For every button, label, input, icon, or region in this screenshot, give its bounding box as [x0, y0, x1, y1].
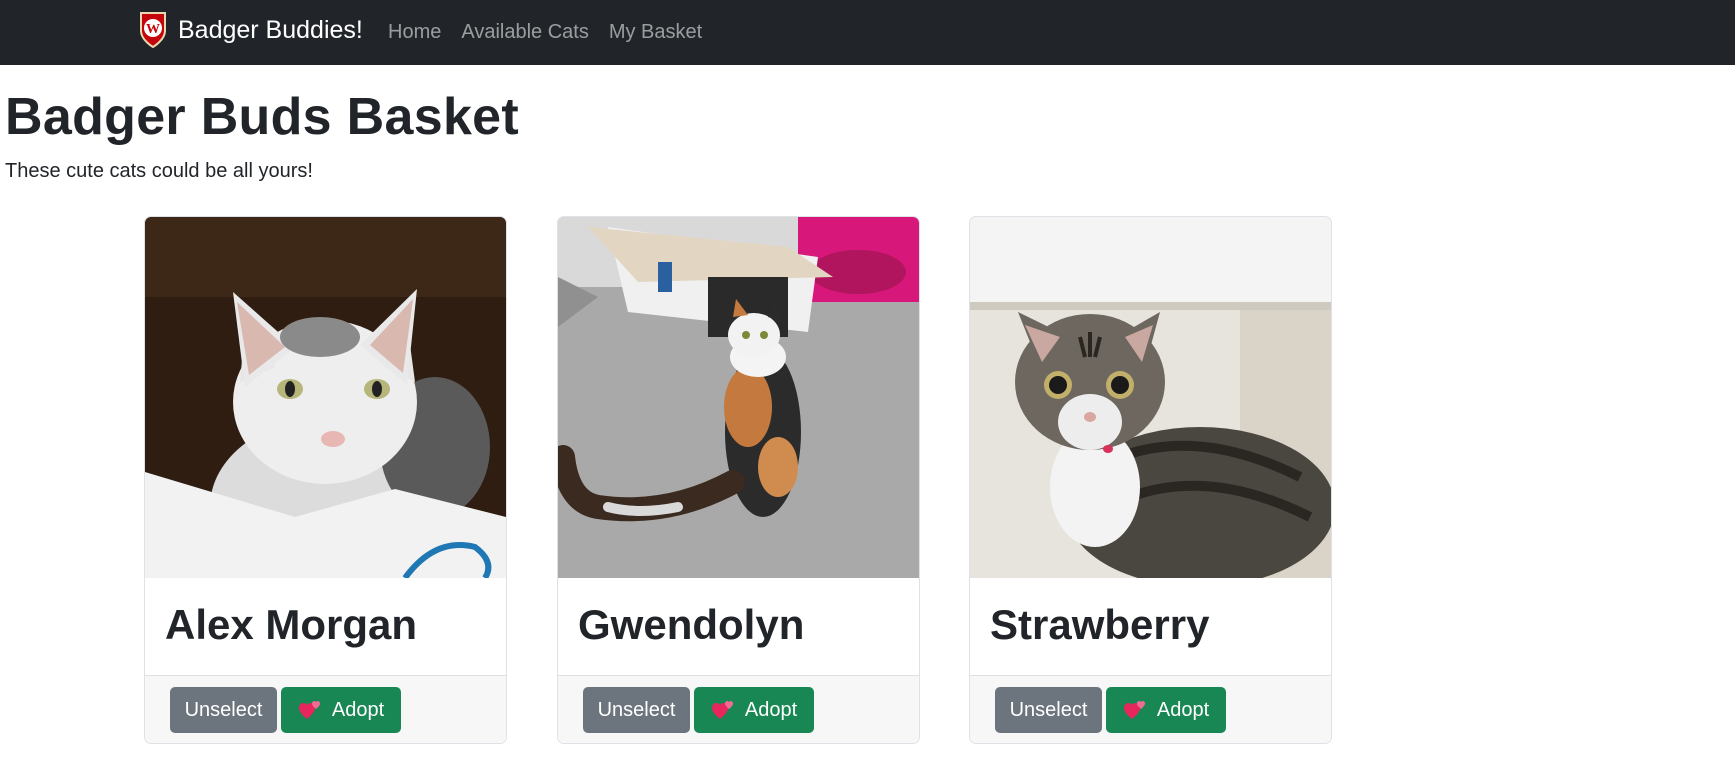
- page-title: Badger Buds Basket: [5, 88, 519, 146]
- cat-name: Alex Morgan: [165, 601, 418, 648]
- adopt-button[interactable]: Adopt: [281, 687, 401, 733]
- nav-link-available-cats[interactable]: Available Cats: [461, 21, 588, 44]
- brand-name: Badger Buddies!: [178, 16, 363, 44]
- cat-card: Alex Morgan Unselect Adopt: [144, 216, 507, 744]
- card-footer: Unselect Adopt: [558, 675, 919, 743]
- card-footer: Unselect Adopt: [145, 675, 506, 743]
- card-footer: Unselect Adopt: [970, 675, 1331, 743]
- adopt-label: Adopt: [744, 698, 798, 721]
- brand[interactable]: W Badger Buddies!: [138, 11, 363, 49]
- cat-card: Strawberry Unselect Adopt: [969, 216, 1332, 744]
- navbar: W Badger Buddies! Home Available Cats My…: [0, 0, 1735, 65]
- two-hearts-icon: [1123, 701, 1145, 719]
- cat-photo: [145, 217, 506, 578]
- svg-text:W: W: [146, 22, 160, 37]
- nav-links: Home Available Cats My Basket: [388, 0, 722, 65]
- two-hearts-icon: [298, 701, 320, 719]
- cat-photo: [558, 217, 919, 578]
- cat-name: Strawberry: [990, 601, 1210, 648]
- adopt-button[interactable]: Adopt: [1106, 687, 1226, 733]
- unselect-button[interactable]: Unselect: [995, 687, 1102, 733]
- cat-name: Gwendolyn: [578, 601, 805, 648]
- page-subtitle: These cute cats could be all yours!: [5, 160, 313, 182]
- cat-card: Gwendolyn Unselect Adopt: [557, 216, 920, 744]
- uw-crest-logo: W: [140, 12, 166, 49]
- two-hearts-icon: [711, 701, 733, 719]
- unselect-button[interactable]: Unselect: [583, 687, 690, 733]
- nav-link-my-basket[interactable]: My Basket: [609, 21, 702, 44]
- adopt-label: Adopt: [331, 698, 385, 721]
- unselect-button[interactable]: Unselect: [170, 687, 277, 733]
- cat-photo: [970, 217, 1331, 578]
- adopt-button[interactable]: Adopt: [694, 687, 814, 733]
- adopt-label: Adopt: [1156, 698, 1210, 721]
- nav-link-home[interactable]: Home: [388, 21, 441, 44]
